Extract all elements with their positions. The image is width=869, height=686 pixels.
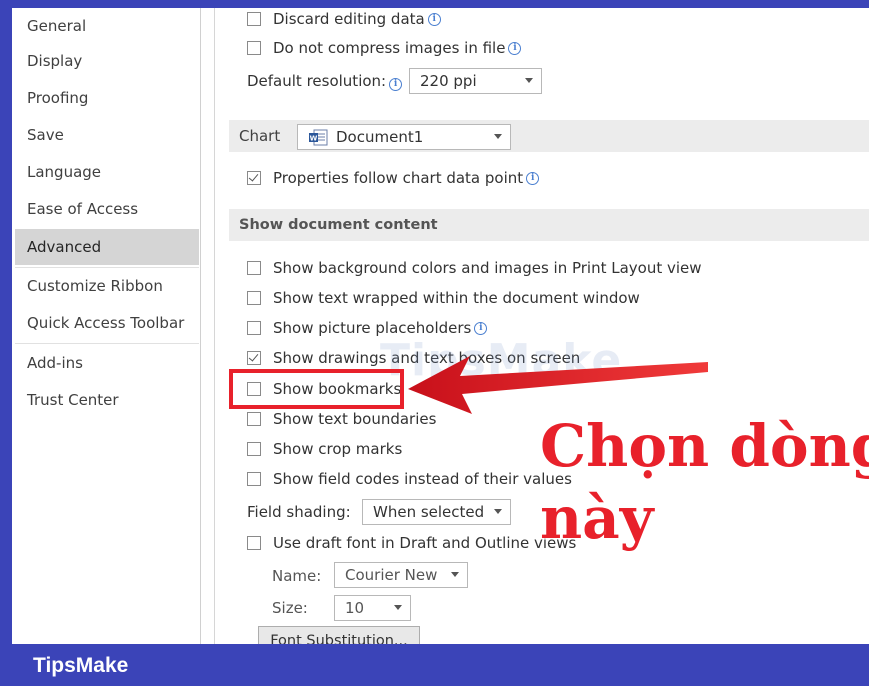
annotation-arrow — [408, 356, 708, 414]
brand-logo: TipsMake — [33, 654, 129, 677]
annotation-text: Chọn dòng này — [540, 412, 869, 552]
footer-bar — [0, 644, 869, 686]
arrow-icon — [408, 356, 708, 414]
